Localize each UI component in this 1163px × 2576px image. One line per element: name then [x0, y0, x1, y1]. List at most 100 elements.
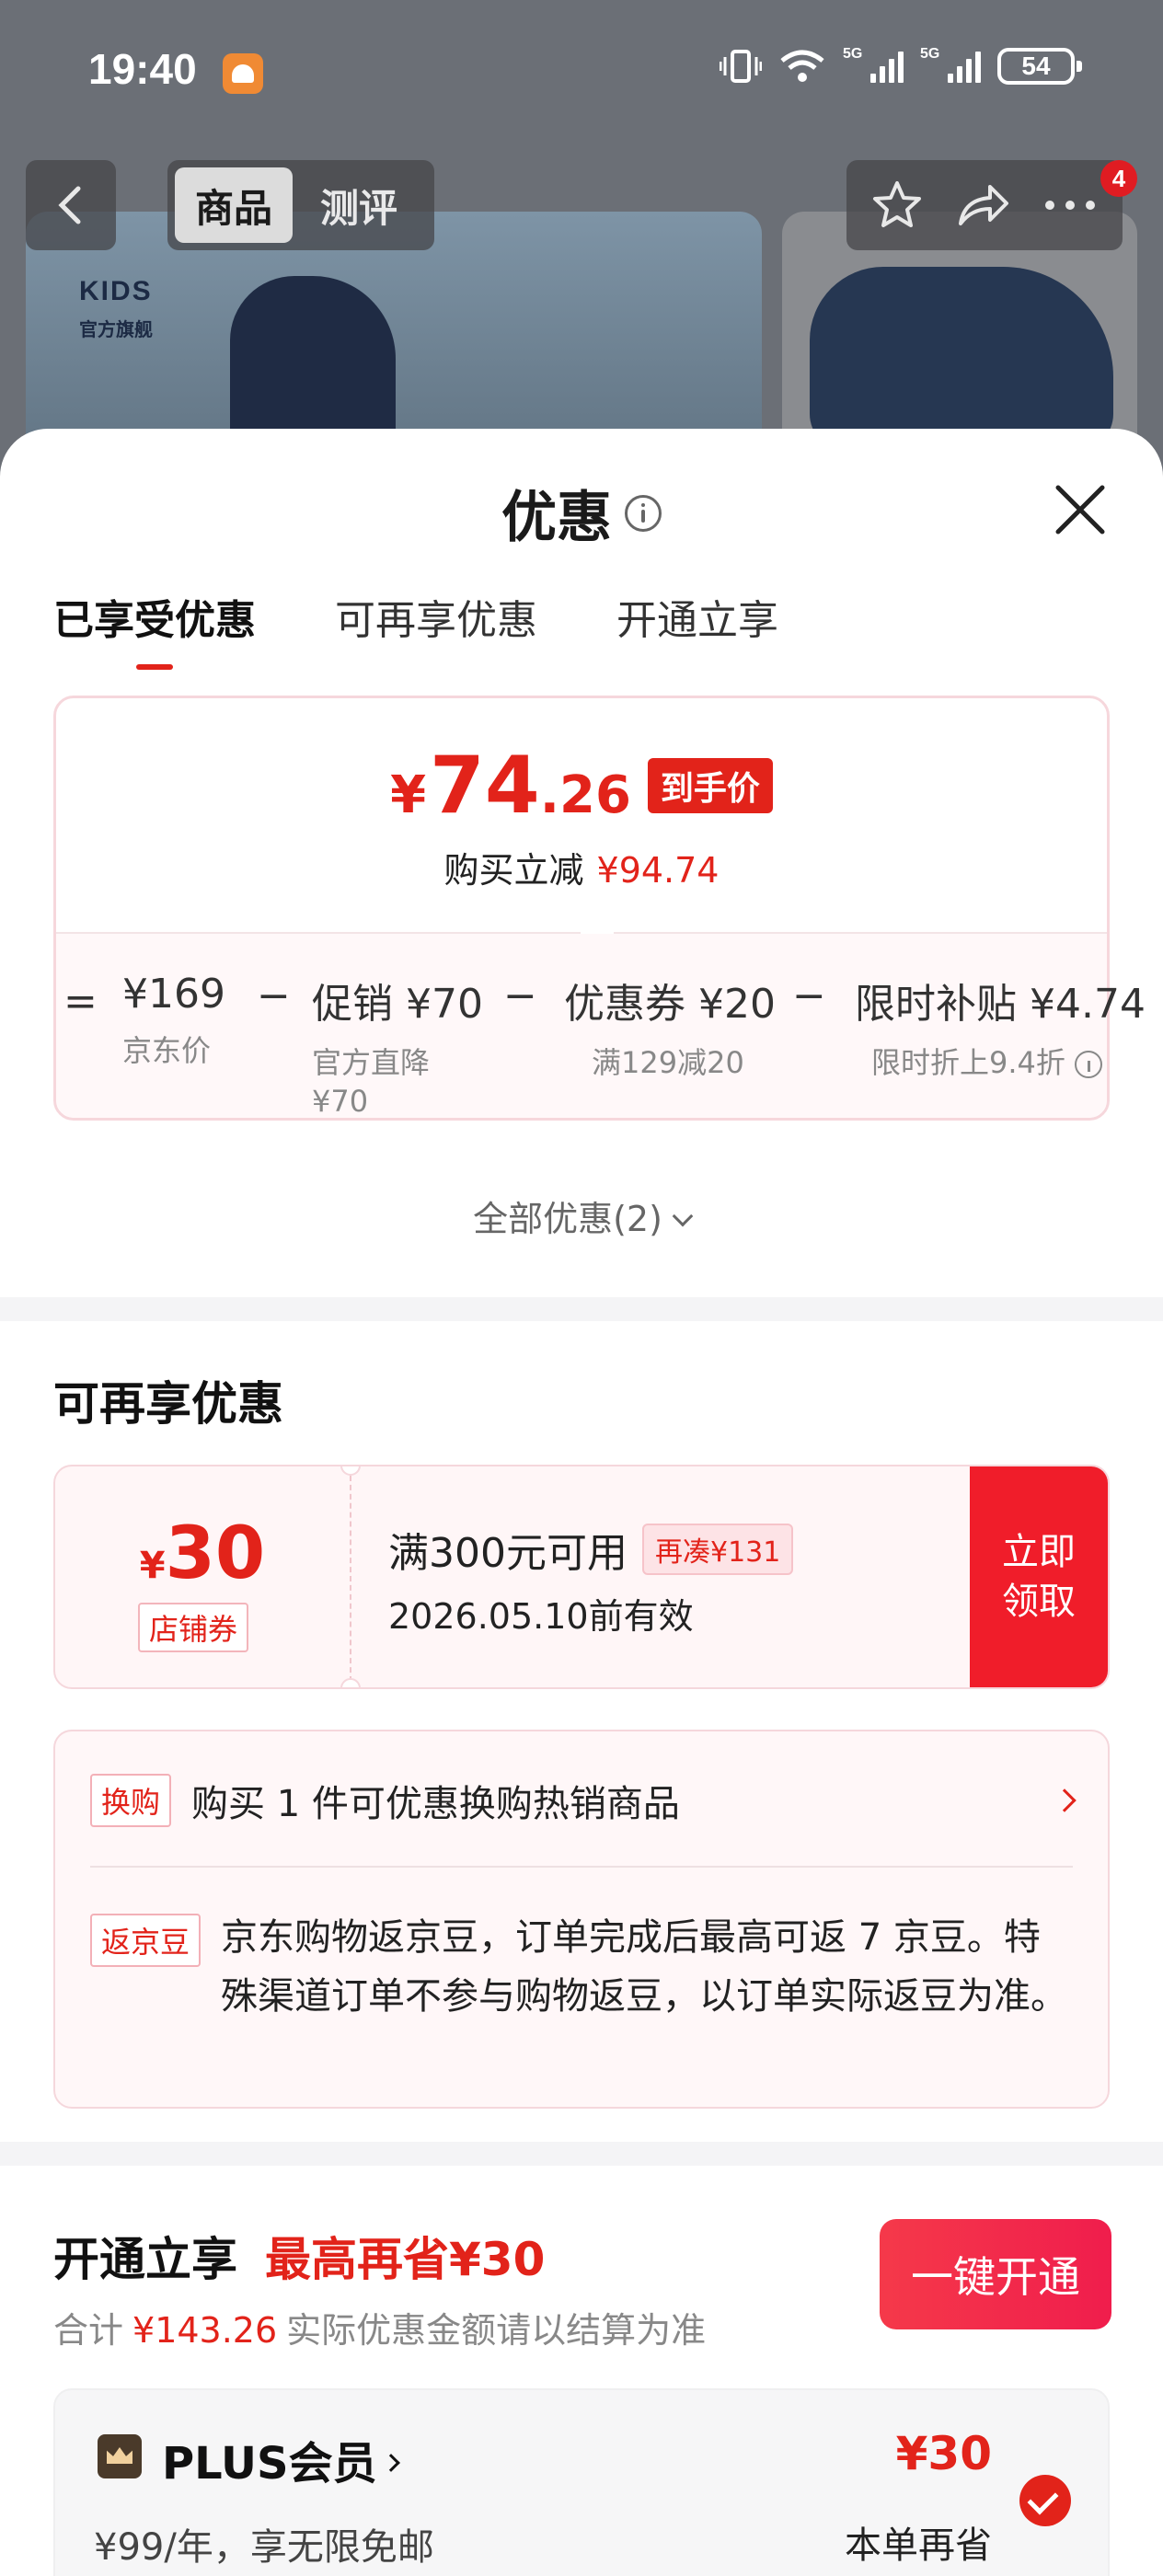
breakdown-item-subsidy: 限时补贴 ¥4.74 限时折上9.4折	[855, 971, 1146, 1083]
minus-sign: −	[503, 972, 537, 1019]
coupon-separator	[350, 1476, 351, 1682]
store-coupon: ¥30 店铺券 满300元可用 再凑¥131 2026.05.10前有效 立即领…	[53, 1465, 1110, 1689]
price-breakdown: = ¥169 京东价 − 促销 ¥70 官方直降 ¥70 − 优惠券 ¥20 满…	[56, 934, 1146, 1121]
battery-level: 54	[1021, 52, 1051, 80]
chevron-right-icon	[1053, 1788, 1077, 1812]
notification-badge: 4	[1100, 160, 1137, 197]
tab-product[interactable]: 商品	[175, 167, 294, 243]
breakdown-item-promotion: 促销 ¥70 官方直降 ¥70	[312, 971, 483, 1121]
section-divider	[0, 2142, 1163, 2166]
sheet-title-text: 优惠	[501, 486, 612, 550]
breakdown-note: 官方直降 ¥70	[312, 1045, 431, 1119]
divider-notch	[581, 915, 614, 934]
battery-icon: 54	[997, 48, 1082, 85]
claim-coupon-button[interactable]: 立即 领取	[970, 1466, 1108, 1687]
section-divider	[0, 1297, 1163, 1321]
breakdown-item-coupon: 优惠券 ¥20 满129减20	[564, 971, 776, 1083]
breakdown-note: 京东价	[122, 1033, 212, 1068]
price-integer: 74	[430, 740, 540, 832]
open-total-value: ¥143.26	[132, 2310, 278, 2351]
exchange-tag: 换购	[90, 1774, 172, 1827]
plus-description: ¥99/年，享无限免邮	[94, 2526, 434, 2569]
close-icon[interactable]	[1051, 480, 1110, 539]
brand-logo-sub: 官方旗舰	[79, 320, 153, 340]
instant-discount: 购买立减 ¥94.74	[56, 842, 1107, 892]
all-deals-toggle[interactable]: 全部优惠(2)	[0, 1190, 1163, 1241]
coupon-type-badge: 店铺券	[138, 1603, 249, 1652]
extra-benefits: 换购 购买 1 件可优惠换购热销商品 返京豆 京东购物返京豆，订单完成后最高可返…	[53, 1730, 1110, 2109]
info-icon[interactable]	[625, 494, 662, 532]
status-bar: 19:40 5G 5G 54	[0, 0, 1163, 138]
checkmark-icon[interactable]	[1019, 2475, 1071, 2526]
minus-sign: −	[792, 972, 826, 1019]
open-total: 合计 ¥143.26 实际优惠金额请以结算为准	[53, 2310, 707, 2351]
plus-name[interactable]: PLUS会员	[162, 2427, 400, 2491]
share-icon[interactable]	[953, 178, 1012, 233]
discount-tabs: 已享受优惠 可再享优惠 开通立享	[53, 587, 778, 670]
final-price-badge: 到手价	[647, 758, 773, 813]
breakdown-value: 优惠券 ¥20	[564, 981, 776, 1028]
brand-logo: KIDS	[79, 276, 153, 306]
back-button[interactable]	[26, 160, 116, 250]
tab-more-discounts[interactable]: 可再享优惠	[335, 587, 537, 670]
divider	[90, 1866, 1073, 1868]
price-card: ¥ 74 .26 到手价 购买立减 ¥94.74 = ¥169 京东价 − 促销 …	[53, 696, 1146, 1121]
product-shoe-image-right	[810, 267, 1113, 451]
breakdown-note: 满129减20	[592, 1045, 744, 1080]
coupon-more-needed: 再凑¥131	[641, 1524, 794, 1575]
bean-rebate-tag: 返京豆	[90, 1914, 202, 1967]
coupon-notch-bottom	[340, 1678, 361, 1687]
tab-review[interactable]: 测评	[300, 167, 418, 243]
chevron-down-icon	[672, 1205, 694, 1227]
signal-icon-1: 5G	[843, 46, 904, 83]
price-decimal: .26	[539, 765, 631, 825]
status-time: 19:40	[88, 45, 197, 93]
price-currency: ¥	[390, 765, 427, 825]
one-click-open-button[interactable]: 一键开通	[880, 2219, 1111, 2329]
plus-save-label: 本单再省	[845, 2524, 992, 2567]
price-summary: ¥ 74 .26 到手价 购买立减 ¥94.74	[56, 698, 1107, 936]
signal-icon-2: 5G	[920, 46, 981, 83]
info-icon[interactable]	[1075, 1051, 1103, 1078]
open-section-header: 开通立享 最高再省¥30	[53, 2223, 545, 2289]
top-tab-group: 商品 测评	[167, 160, 434, 250]
sheet-title: 优惠	[0, 473, 1163, 553]
chevron-right-icon	[381, 2454, 400, 2472]
more-icon[interactable]	[1041, 196, 1100, 214]
breakdown-value: ¥169	[122, 971, 225, 1018]
app-notification-icon	[223, 53, 263, 94]
coupon-condition: 满300元可用 再凑¥131	[388, 1520, 794, 1579]
tab-enjoyed-discounts[interactable]: 已享受优惠	[53, 587, 256, 670]
instant-discount-label: 购买立减	[443, 850, 584, 891]
max-save-text: 最高再省¥30	[265, 2233, 546, 2286]
breakdown-value: 限时补贴 ¥4.74	[855, 981, 1146, 1028]
section-title-open: 开通立享	[53, 2233, 237, 2286]
bean-rebate-row: 返京豆 京东购物返京豆，订单完成后最高可返 7 京豆。特殊渠道订单不参与购物返豆…	[90, 1908, 1073, 2026]
all-deals-label: 全部优惠(2)	[473, 1199, 662, 1239]
coupon-details: 满300元可用 再凑¥131 2026.05.10前有效	[388, 1520, 794, 1639]
wifi-icon	[780, 50, 824, 82]
sheet-header: 优惠	[0, 429, 1163, 567]
final-price: ¥ 74 .26 到手价	[56, 746, 1107, 825]
top-actions	[846, 160, 1123, 250]
minus-sign: −	[257, 972, 291, 1019]
coupon-valid-date: 2026.05.10前有效	[388, 1596, 694, 1637]
coupon-value: ¥30 店铺券	[55, 1466, 350, 1687]
discount-sheet: 优惠 已享受优惠 可再享优惠 开通立享 ¥ 74 .26 到手价 购买立减 ¥94…	[0, 429, 1163, 2576]
exchange-text: 购买 1 件可优惠换购热销商品	[191, 1783, 680, 1825]
vibrate-icon	[720, 50, 762, 83]
star-icon[interactable]	[869, 178, 925, 233]
exchange-offer-row[interactable]: 换购 购买 1 件可优惠换购热销商品	[90, 1774, 1077, 1827]
bean-rebate-text: 京东购物返京豆，订单完成后最高可返 7 京豆。特殊渠道订单不参与购物返豆，以订单…	[221, 1916, 1068, 2018]
equals-sign: =	[63, 978, 98, 1025]
breakdown-item-jd-price: ¥169 京东价	[122, 971, 225, 1071]
coupon-amount: ¥30	[139, 1512, 266, 1595]
tab-open-to-enjoy[interactable]: 开通立享	[616, 587, 778, 670]
plus-save-amount: ¥30	[895, 2427, 992, 2480]
instant-discount-value: ¥94.74	[596, 850, 720, 891]
section-title-more-discounts: 可再享优惠	[53, 1377, 283, 1431]
plus-membership-card[interactable]: PLUS会员 ¥99/年，享无限免邮 ¥30 本单再省	[53, 2388, 1110, 2576]
chevron-left-icon	[58, 186, 81, 224]
breakdown-value: 促销 ¥70	[312, 981, 483, 1028]
breakdown-note: 限时折上9.4折	[871, 1044, 1146, 1083]
